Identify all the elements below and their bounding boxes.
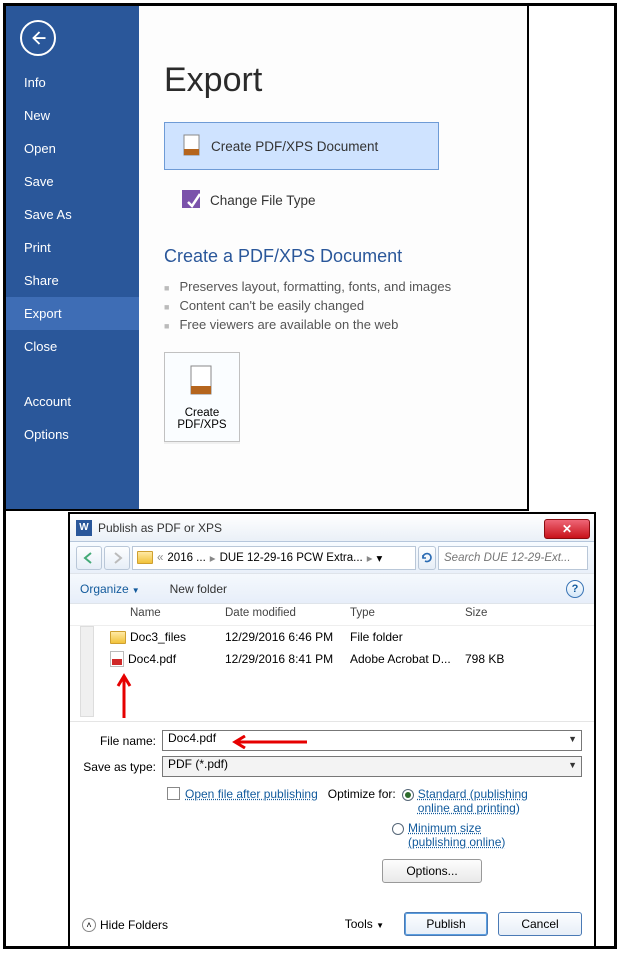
nav-back[interactable] <box>76 546 102 570</box>
filename-label: File name: <box>82 734 162 748</box>
file-row[interactable]: Doc3_files 12/29/2016 6:46 PM File folde… <box>70 626 594 648</box>
nav-fwd-icon <box>111 552 123 564</box>
bullet: Preserves layout, formatting, fonts, and… <box>164 277 527 296</box>
menu-close[interactable]: Close <box>6 330 139 363</box>
close-button[interactable]: ✕ <box>544 519 590 539</box>
word-backstage: Document1 [Con Info New Open Save Save A… <box>6 6 529 511</box>
saveastype-label: Save as type: <box>82 760 162 774</box>
new-folder-button[interactable]: New folder <box>170 582 227 596</box>
option-create-pdfxps[interactable]: Create PDF/XPS Document <box>164 122 439 170</box>
pdf-icon <box>110 651 124 667</box>
radio-minimum-label[interactable]: Minimum size (publishing online) <box>408 821 538 849</box>
dialog-titlebar: W Publish as PDF or XPS ✕ <box>70 514 594 542</box>
backstage-main: Export Create PDF/XPS Document Change Fi… <box>139 6 527 509</box>
arrow-left-icon <box>29 29 47 47</box>
create-pdfxps-button[interactable]: Create PDF/XPS <box>164 352 240 442</box>
col-size[interactable]: Size <box>465 604 535 625</box>
refresh-icon <box>421 552 433 564</box>
cancel-button[interactable]: Cancel <box>498 912 582 936</box>
nav-fwd[interactable] <box>104 546 130 570</box>
bigbtn-label: Create PDF/XPS <box>165 407 239 431</box>
menu-share[interactable]: Share <box>6 264 139 297</box>
backstage-sidebar: Info New Open Save Save As Print Share E… <box>6 6 139 509</box>
annotation-arrow-up <box>114 670 134 720</box>
nav-back-icon <box>83 552 95 564</box>
menu-new[interactable]: New <box>6 99 139 132</box>
option-label: Change File Type <box>210 193 316 208</box>
scrollbar[interactable] <box>80 626 94 717</box>
menu-saveas[interactable]: Save As <box>6 198 139 231</box>
toolbar: Organize▼ New folder ? <box>70 574 594 604</box>
tools-menu[interactable]: Tools ▼ <box>345 917 384 931</box>
publish-button[interactable]: Publish <box>404 912 488 936</box>
col-type[interactable]: Type <box>350 604 465 625</box>
radio-standard[interactable] <box>402 789 414 801</box>
section-subhead: Create a PDF/XPS Document <box>164 246 527 267</box>
file-row[interactable]: Doc4.pdf 12/29/2016 8:41 PM Adobe Acroba… <box>70 648 594 670</box>
page-title: Export <box>164 61 527 100</box>
menu-print[interactable]: Print <box>6 231 139 264</box>
bc-dd[interactable]: ▾ <box>374 551 386 565</box>
back-button[interactable] <box>20 20 56 56</box>
bc-seg[interactable]: DUE 12-29-16 PCW Extra... <box>217 552 366 564</box>
chevron-up-icon: ˄ <box>82 918 96 932</box>
breadcrumb[interactable]: « 2016 ... ▸ DUE 12-29-16 PCW Extra... ▸… <box>132 546 416 570</box>
menu-options[interactable]: Options <box>6 418 139 451</box>
menu-save[interactable]: Save <box>6 165 139 198</box>
publish-dialog: W Publish as PDF or XPS ✕ « 2016 ... ▸ D… <box>68 512 596 948</box>
menu-info[interactable]: Info <box>6 66 139 99</box>
help-button[interactable]: ? <box>566 580 584 598</box>
saveastype-select[interactable]: PDF (*.pdf)▼ <box>162 756 582 777</box>
col-date[interactable]: Date modified <box>225 604 350 625</box>
options-button[interactable]: Options... <box>382 859 482 883</box>
hide-folders-button[interactable]: ˄ Hide Folders <box>82 918 168 932</box>
open-after-checkbox[interactable] <box>167 787 180 800</box>
col-name[interactable]: Name <box>100 604 225 625</box>
dialog-title: Publish as PDF or XPS <box>98 521 544 535</box>
column-headers: Name Date modified Type Size <box>70 604 594 626</box>
organize-menu[interactable]: Organize▼ <box>80 582 140 596</box>
nav-row: « 2016 ... ▸ DUE 12-29-16 PCW Extra... ▸… <box>70 542 594 574</box>
bullet: Free viewers are available on the web <box>164 315 527 334</box>
bullet: Content can't be easily changed <box>164 296 527 315</box>
option-change-filetype[interactable]: Change File Type <box>164 176 439 224</box>
folder-icon <box>137 551 153 564</box>
backstage-menu: Info New Open Save Save As Print Share E… <box>6 66 139 451</box>
search-input[interactable] <box>438 546 588 570</box>
pdfxps-big-icon <box>187 364 217 401</box>
bc-seg[interactable]: 2016 ... <box>164 552 208 564</box>
filename-input[interactable]: Doc4.pdf▼ <box>162 730 582 751</box>
pdfxps-icon <box>175 133 211 159</box>
annotation-arrow-left <box>229 735 309 749</box>
change-filetype-icon <box>174 187 210 213</box>
menu-account[interactable]: Account <box>6 385 139 418</box>
menu-export[interactable]: Export <box>6 297 139 330</box>
open-after-label[interactable]: Open file after publishing <box>185 787 318 815</box>
option-label: Create PDF/XPS Document <box>211 139 378 154</box>
menu-open[interactable]: Open <box>6 132 139 165</box>
radio-minimum[interactable] <box>392 823 404 835</box>
file-list: Name Date modified Type Size Doc3_files … <box>70 604 594 722</box>
menu-gap <box>6 363 139 385</box>
form-area: File name: Doc4.pdf▼ Save as type: PDF (… <box>70 722 594 883</box>
refresh-button[interactable] <box>418 546 436 570</box>
radio-standard-label[interactable]: Standard (publishing online and printing… <box>418 787 548 815</box>
button-row: Tools ▼ Publish Cancel <box>345 912 582 936</box>
folder-icon <box>110 631 126 644</box>
word-icon: W <box>76 520 92 536</box>
optimize-label: Optimize for: <box>328 787 396 815</box>
